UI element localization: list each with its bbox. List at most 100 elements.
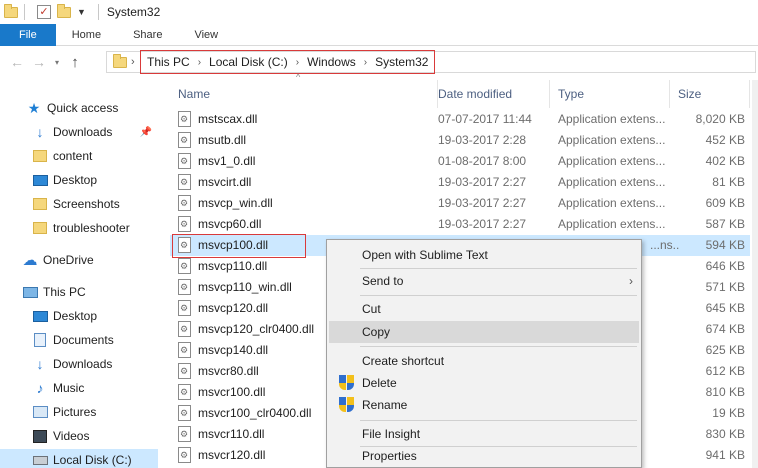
menu-item-create-shortcut[interactable]: Create shortcut bbox=[329, 350, 639, 372]
desktop-icon bbox=[32, 308, 48, 324]
dll-file-icon bbox=[178, 195, 191, 211]
back-arrow-icon[interactable]: ← bbox=[6, 54, 28, 70]
chevron-right-icon[interactable]: › bbox=[364, 57, 367, 68]
chevron-right-icon[interactable]: › bbox=[296, 57, 299, 68]
column-header-name[interactable]: Name bbox=[170, 80, 438, 108]
file-type: Application extens... bbox=[558, 217, 666, 231]
table-row[interactable]: msv1_0.dll 01-08-2017 8:00 Application e… bbox=[170, 151, 750, 172]
folder-icon[interactable] bbox=[4, 0, 18, 24]
file-name: mstscax.dll bbox=[198, 112, 258, 126]
sidebar-item-label: Screenshots bbox=[53, 197, 120, 211]
menu-item-properties[interactable]: Properties bbox=[329, 445, 639, 467]
menu-item-cut[interactable]: Cut bbox=[329, 298, 639, 320]
sidebar-item-this-pc[interactable]: This PC bbox=[0, 281, 158, 303]
file-type: Application extens... bbox=[558, 154, 666, 168]
table-row[interactable]: mstscax.dll 07-07-2017 11:44 Application… bbox=[170, 109, 750, 130]
forward-arrow-icon[interactable]: → bbox=[28, 54, 50, 70]
chevron-right-icon[interactable]: › bbox=[198, 57, 201, 68]
sidebar-item-content[interactable]: content bbox=[0, 145, 158, 167]
sidebar-item-documents[interactable]: Documents bbox=[0, 329, 158, 351]
menu-separator bbox=[360, 295, 637, 296]
tab-home[interactable]: Home bbox=[56, 24, 117, 46]
breadcrumb-this-pc[interactable]: This PC bbox=[147, 55, 190, 69]
menu-item-copy[interactable]: Copy bbox=[329, 321, 639, 343]
menu-item-open-with-sublime[interactable]: Open with Sublime Text bbox=[329, 244, 639, 266]
sidebar-item-music[interactable]: ♪ Music bbox=[0, 377, 158, 399]
file-size: 625 KB bbox=[705, 343, 745, 357]
sidebar-item-downloads[interactable]: ↓ Downloads 📌 bbox=[0, 121, 158, 143]
file-date: 19-03-2017 2:27 bbox=[438, 196, 527, 210]
breadcrumb-windows[interactable]: Windows bbox=[307, 55, 356, 69]
customize-quick-access-dropdown-icon[interactable]: ▼ bbox=[77, 7, 86, 17]
sidebar-item-label: Local Disk (C:) bbox=[53, 453, 132, 467]
documents-icon bbox=[32, 332, 48, 348]
column-header-type[interactable]: Type bbox=[550, 80, 670, 108]
sidebar-item-quick-access[interactable]: ★ Quick access bbox=[0, 97, 158, 119]
sidebar-item-label: content bbox=[53, 149, 93, 163]
address-bar[interactable]: › This PC › Local Disk (C:) › Windows › … bbox=[106, 50, 756, 74]
folder-icon bbox=[32, 220, 48, 236]
table-row[interactable]: msutb.dll 19-03-2017 2:28 Application ex… bbox=[170, 130, 750, 151]
table-row[interactable]: msvcirt.dll 19-03-2017 2:27 Application … bbox=[170, 172, 750, 193]
sidebar-item-label: Documents bbox=[53, 333, 114, 347]
sidebar-item-label: Pictures bbox=[53, 405, 97, 419]
file-type: Application extens... bbox=[558, 196, 666, 210]
desktop-icon bbox=[32, 172, 48, 188]
sidebar-item-troubleshooter[interactable]: troubleshooter bbox=[0, 217, 158, 239]
file-size: 674 KB bbox=[705, 322, 745, 336]
dll-file-icon bbox=[178, 111, 191, 127]
download-icon: ↓ bbox=[36, 124, 44, 140]
videos-icon bbox=[32, 428, 48, 444]
menu-item-send-to[interactable]: Send to › bbox=[329, 270, 639, 292]
chevron-right-icon: › bbox=[629, 274, 633, 288]
breadcrumb-system32[interactable]: System32 bbox=[375, 55, 428, 69]
sidebar-item-label: Downloads bbox=[53, 125, 113, 139]
file-size: 609 KB bbox=[705, 196, 745, 210]
sidebar-item-downloads[interactable]: ↓ Downloads bbox=[0, 353, 158, 375]
dll-file-icon bbox=[178, 258, 191, 274]
tab-share[interactable]: Share bbox=[117, 24, 178, 46]
menu-item-label: Delete bbox=[362, 376, 397, 390]
menu-separator bbox=[360, 346, 637, 347]
table-row[interactable]: msvcp60.dll 19-03-2017 2:27 Application … bbox=[170, 214, 750, 235]
file-size: 571 KB bbox=[705, 280, 745, 294]
sidebar-item-local-disk[interactable]: Local Disk (C:) bbox=[0, 449, 158, 468]
column-header-size[interactable]: Size bbox=[670, 80, 750, 108]
breadcrumb-local-disk[interactable]: Local Disk (C:) bbox=[209, 55, 288, 69]
file-date: 19-03-2017 2:27 bbox=[438, 217, 527, 231]
up-arrow-icon[interactable]: ↑ bbox=[64, 54, 86, 71]
chevron-right-icon[interactable]: › bbox=[131, 56, 135, 68]
sidebar-item-screenshots[interactable]: Screenshots bbox=[0, 193, 158, 215]
folder-icon bbox=[32, 196, 48, 212]
file-size: 8,020 KB bbox=[695, 112, 745, 126]
cloud-icon: ☁ bbox=[22, 252, 38, 269]
recent-locations-chevron-icon[interactable]: ▾ bbox=[50, 58, 64, 67]
vertical-scrollbar[interactable] bbox=[752, 80, 758, 468]
sidebar-item-label: OneDrive bbox=[43, 253, 94, 267]
file-size: 594 KB bbox=[705, 238, 745, 252]
disk-icon bbox=[32, 452, 48, 468]
uac-shield-icon bbox=[339, 397, 354, 413]
sidebar-item-label: Videos bbox=[53, 429, 90, 443]
navigation-pane: ★ Quick access ↓ Downloads 📌 content Des… bbox=[0, 90, 158, 468]
sidebar-item-pictures[interactable]: Pictures bbox=[0, 401, 158, 423]
menu-item-delete[interactable]: Delete bbox=[329, 372, 639, 394]
tab-view[interactable]: View bbox=[178, 24, 234, 46]
menu-item-rename[interactable]: Rename bbox=[329, 394, 639, 416]
music-icon: ♪ bbox=[36, 380, 44, 396]
menu-item-file-insight[interactable]: File Insight bbox=[329, 423, 639, 445]
sidebar-item-desktop[interactable]: Desktop bbox=[0, 305, 158, 327]
new-folder-icon[interactable] bbox=[57, 0, 71, 24]
file-name: msvcp60.dll bbox=[198, 217, 262, 231]
context-menu: Open with Sublime Text Send to › Cut Cop… bbox=[326, 239, 642, 468]
pin-icon: 📌 bbox=[139, 126, 152, 138]
sidebar-item-onedrive[interactable]: ☁ OneDrive bbox=[0, 249, 158, 271]
sidebar-item-videos[interactable]: Videos bbox=[0, 425, 158, 447]
tab-file[interactable]: File bbox=[0, 24, 56, 46]
divider bbox=[24, 4, 25, 20]
sidebar-item-desktop[interactable]: Desktop bbox=[0, 169, 158, 191]
properties-check-icon[interactable]: ✓ bbox=[37, 5, 51, 19]
column-header-date-modified[interactable]: Date modified bbox=[430, 80, 550, 108]
table-row[interactable]: msvcp_win.dll 19-03-2017 2:27 Applicatio… bbox=[170, 193, 750, 214]
sidebar-item-label: Downloads bbox=[53, 357, 113, 371]
